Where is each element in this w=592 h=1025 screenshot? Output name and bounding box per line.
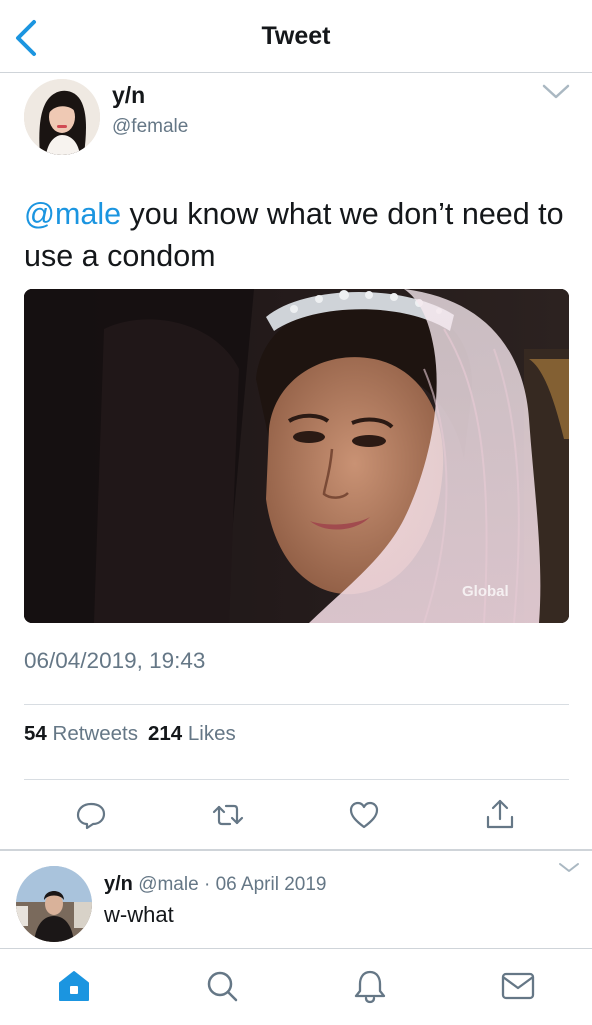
tweet-media-image[interactable]: Global — [24, 289, 569, 623]
likes-label: Likes — [187, 722, 236, 745]
tweet-stats: 54 Retweets 214 Likes — [24, 722, 236, 746]
retweet-icon — [212, 804, 244, 826]
chevron-down-icon — [559, 863, 579, 872]
like-icon — [349, 801, 379, 829]
chevron-down-icon — [542, 84, 570, 99]
divider — [24, 779, 569, 780]
retweets-label: Retweets — [52, 722, 138, 745]
page-title: Tweet — [261, 22, 331, 50]
reply-separator: · — [203, 874, 211, 895]
reply-avatar-image — [16, 866, 92, 942]
share-icon — [486, 799, 514, 829]
reply-text: w-what — [104, 902, 174, 927]
section-divider — [0, 849, 592, 851]
reply-avatar[interactable] — [16, 866, 92, 942]
likes-count: 214 — [147, 722, 183, 745]
share-button[interactable] — [482, 797, 518, 833]
reply-date: 06 April 2019 — [215, 874, 327, 895]
tweet-options-button[interactable] — [540, 82, 572, 102]
messages-icon — [501, 972, 535, 1000]
reply-button[interactable] — [73, 797, 109, 833]
reply-author-handle[interactable]: @male — [138, 874, 198, 895]
divider — [24, 704, 569, 705]
author-avatar[interactable] — [24, 79, 100, 155]
retweets-count: 54 — [24, 722, 47, 745]
retweet-button[interactable] — [210, 797, 246, 833]
notifications-icon — [354, 970, 386, 1004]
likes-stat[interactable]: 214 Likes — [148, 722, 236, 745]
like-button[interactable] — [346, 797, 382, 833]
author-name[interactable]: y/n — [112, 82, 145, 109]
home-icon — [59, 971, 89, 1001]
search-icon — [207, 971, 238, 1002]
tab-home[interactable] — [54, 966, 94, 1006]
avatar-image — [24, 79, 100, 155]
tweet-timestamp: 06/04/2019, 19:43 — [24, 648, 206, 673]
reply-options-button[interactable] — [556, 860, 582, 876]
reply-author-name[interactable]: y/n — [104, 873, 133, 895]
media-watermark: Global — [462, 583, 509, 600]
tab-search[interactable] — [202, 966, 242, 1006]
tweet-text: @male you know what we don’t need to use… — [24, 193, 574, 277]
tab-messages[interactable] — [498, 966, 538, 1006]
reply-icon — [76, 802, 106, 830]
author-handle[interactable]: @female — [112, 116, 188, 138]
retweets-stat[interactable]: 54 Retweets — [24, 722, 138, 745]
tab-notifications[interactable] — [350, 966, 390, 1006]
media-photo — [24, 289, 569, 623]
mention-link[interactable]: @male — [24, 197, 121, 231]
reply-header: y/n @male · 06 April 2019 — [104, 873, 326, 896]
